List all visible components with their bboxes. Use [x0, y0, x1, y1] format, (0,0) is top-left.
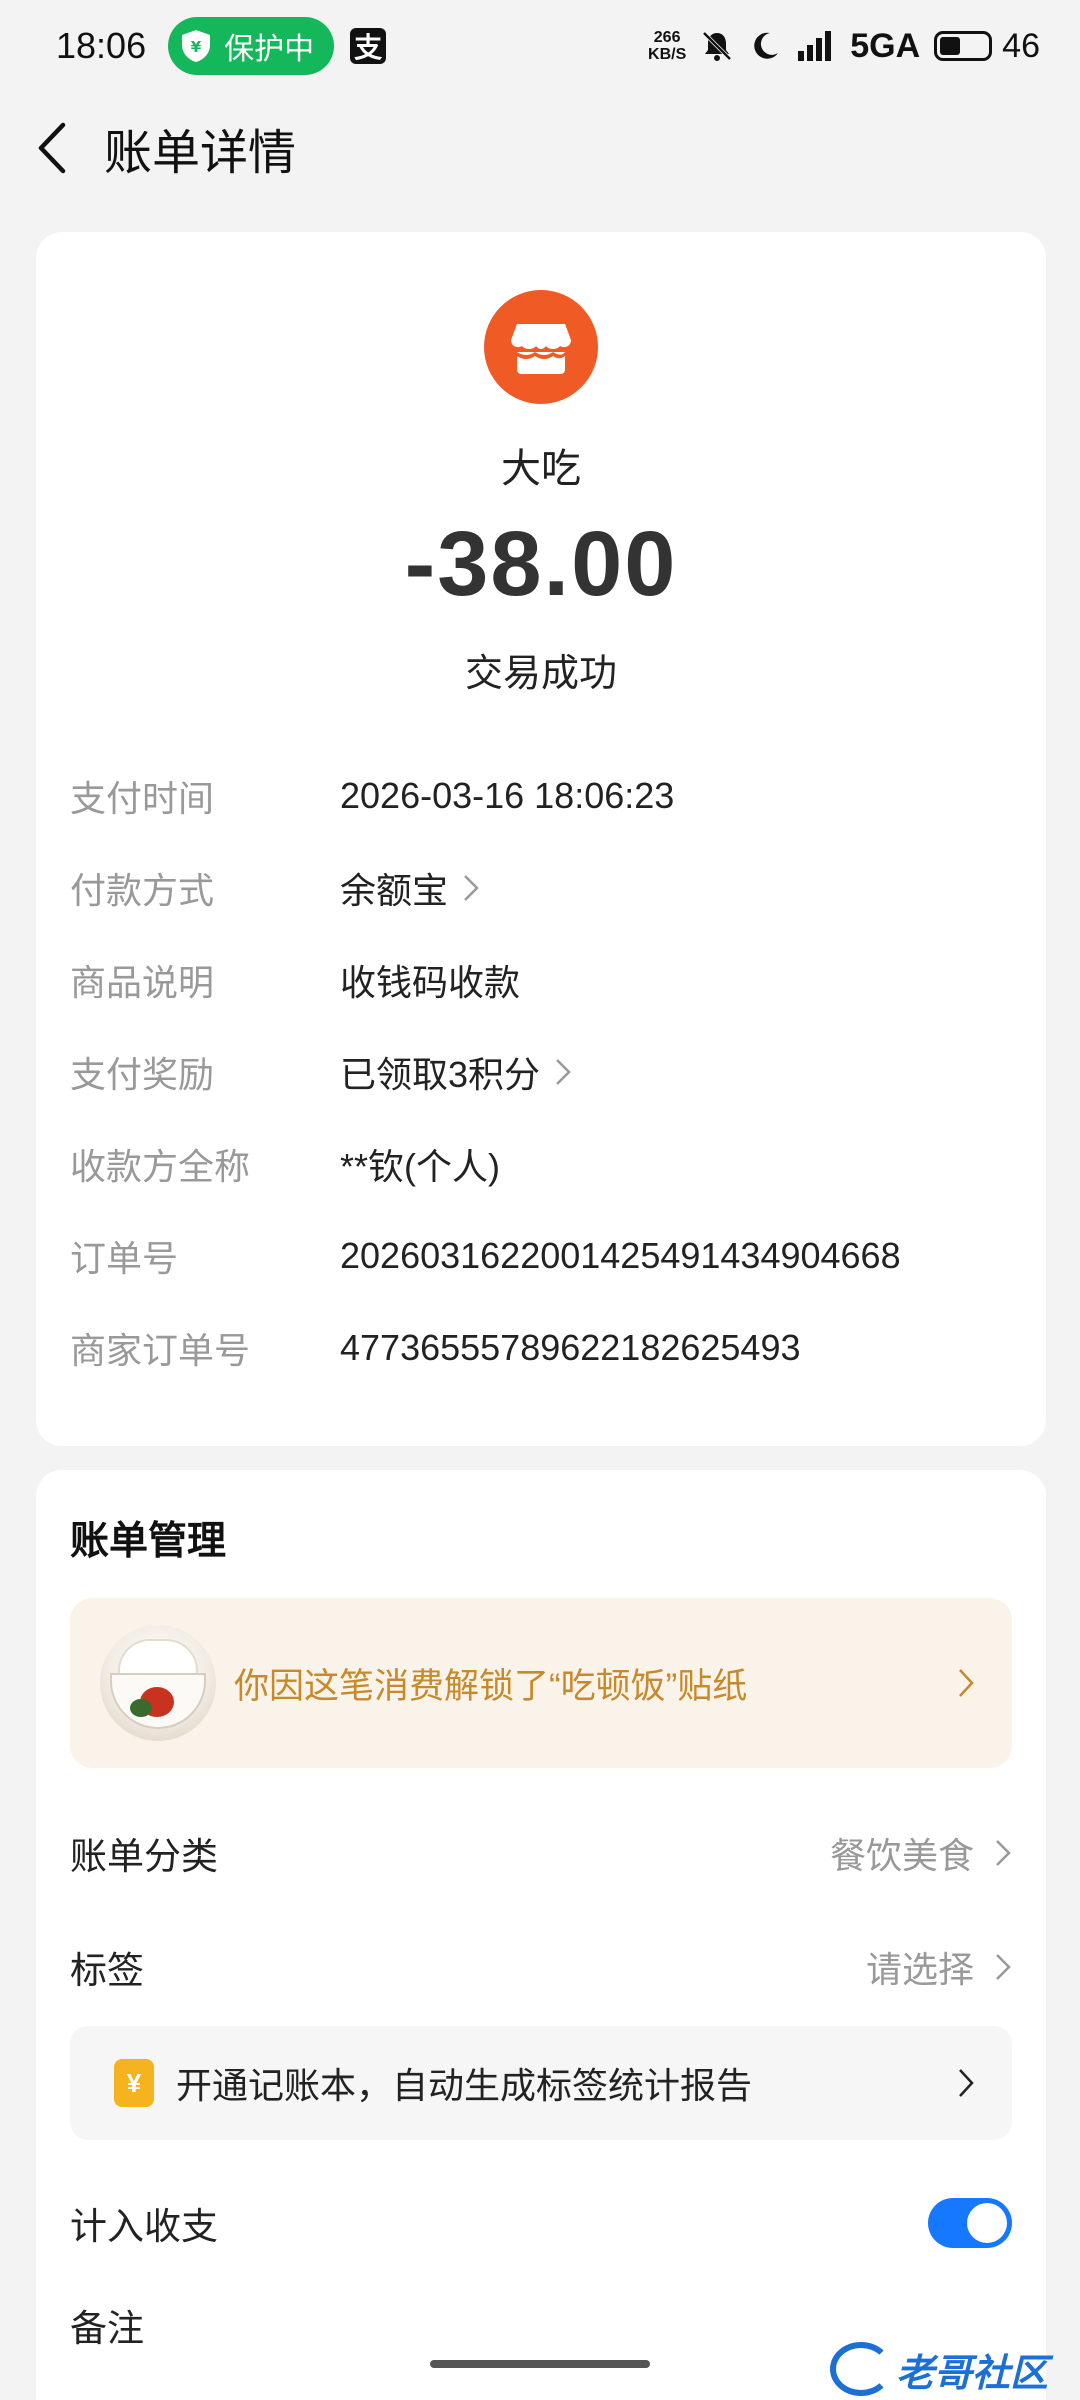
ledger-promo-text: 开通记账本，自动生成标签统计报告: [176, 2065, 753, 2106]
detail-row-order-no: 订单号 2026031622001425491434904668: [70, 1226, 1010, 1286]
net-speed: 266 KB/S: [648, 29, 686, 63]
count-in-balance-toggle[interactable]: [928, 2198, 1012, 2248]
detail-row-payment-method[interactable]: 付款方式 余额宝: [70, 858, 1010, 918]
title-bar: 账单详情: [0, 92, 1080, 204]
ledger-promo-banner[interactable]: ¥ 开通记账本，自动生成标签统计报告: [70, 2026, 1012, 2140]
detail-value: 收钱码收款: [340, 962, 521, 1003]
rice-bowl-sticker-icon: [100, 1625, 216, 1741]
category-label: 账单分类: [70, 1836, 218, 1877]
chevron-right-icon: [464, 875, 479, 901]
merchant-logo: [484, 290, 598, 404]
detail-row-product-desc: 商品说明 收钱码收款: [70, 950, 1010, 1010]
battery-percent: 46: [1002, 26, 1040, 65]
detail-row-payee: 收款方全称 **钦(个人): [70, 1134, 1010, 1194]
shield-icon: ¥: [182, 30, 211, 62]
detail-value: **钦(个人): [340, 1146, 500, 1187]
chevron-right-icon: [959, 2069, 974, 2097]
section-title: 账单管理: [70, 1520, 227, 1563]
shop-icon: [511, 324, 571, 374]
protection-badge[interactable]: ¥ 保护中: [168, 17, 335, 75]
net-speed-unit: KB/S: [648, 46, 687, 63]
detail-label: 支付奖励: [70, 1054, 215, 1095]
detail-row-reward[interactable]: 支付奖励 已领取3积分: [70, 1042, 1010, 1102]
detail-label: 付款方式: [70, 870, 215, 911]
remark-label[interactable]: 备注: [70, 2298, 144, 2352]
tag-value[interactable]: 请选择: [866, 1941, 1012, 1993]
sticker-text: 你因这笔消费解锁了“吃顿饭”贴纸: [234, 1666, 748, 1706]
transaction-status: 交易成功: [464, 653, 617, 695]
chevron-right-icon: [959, 1669, 974, 1697]
count-in-balance-row: 计入收支: [70, 2188, 1012, 2258]
bill-management-card: 账单管理 你因这笔消费解锁了“吃顿饭”贴纸 账单分类 餐饮美食 标签 请选择 ¥…: [36, 1470, 1046, 2400]
detail-value: 2026031622001425491434904668: [340, 1235, 901, 1276]
detail-value: 2026-03-16 18:06:23: [340, 775, 675, 816]
status-bar: 18:06 ¥ 保护中 支 266 KB/S 5GA 46: [0, 0, 1080, 92]
home-indicator[interactable]: [430, 2360, 650, 2368]
detail-label: 订单号: [70, 1238, 179, 1279]
category-value[interactable]: 餐饮美食: [830, 1827, 1012, 1879]
back-button[interactable]: [2, 92, 102, 204]
category-row[interactable]: 账单分类 餐饮美食: [70, 1818, 1012, 1888]
moon-icon: [754, 32, 779, 59]
sticker-banner[interactable]: 你因这笔消费解锁了“吃顿饭”贴纸: [70, 1598, 1012, 1768]
detail-value[interactable]: 余额宝: [340, 862, 480, 914]
detail-label: 商家订单号: [70, 1330, 251, 1371]
status-indicators: 266 KB/S 5GA 46: [648, 27, 1040, 66]
alipay-icon: 支: [350, 28, 387, 64]
bill-summary-card: 大吃 -38.00 交易成功 支付时间 2026-03-16 18:06:23 …: [36, 232, 1046, 1446]
svg-text:¥: ¥: [191, 38, 202, 56]
merchant-name: 大吃: [501, 447, 581, 491]
signal-icon: [798, 31, 832, 61]
detail-row-merchant-order-no: 商家订单号 4773655578962218262549​3: [70, 1318, 1010, 1378]
battery-indicator: 46: [934, 27, 1040, 66]
detail-value[interactable]: 已领取3积分: [340, 1046, 572, 1098]
status-time: 18:06: [56, 25, 147, 66]
chevron-right-icon: [556, 1059, 571, 1085]
watermark-logo-icon: [830, 2342, 892, 2396]
detail-label: 支付时间: [70, 778, 215, 819]
detail-label: 商品说明: [70, 962, 215, 1003]
detail-label: 收款方全称: [70, 1146, 251, 1187]
tag-row[interactable]: 标签 请选择: [70, 1932, 1012, 2002]
amount: -38.00: [404, 513, 678, 615]
ledger-coupon-icon: ¥: [114, 2059, 154, 2107]
back-arrow-icon: [38, 122, 66, 174]
detail-row-pay-time: 支付时间 2026-03-16 18:06:23: [70, 766, 1010, 826]
mute-bell-icon: [702, 31, 732, 61]
page-title: 账单详情: [104, 127, 297, 180]
net-speed-value: 266: [653, 29, 681, 46]
chevron-right-icon: [996, 1840, 1011, 1866]
tag-label: 标签: [70, 1950, 144, 1991]
count-in-balance-label: 计入收支: [70, 2206, 218, 2247]
chevron-right-icon: [996, 1954, 1011, 1980]
watermark-text: 老哥社区: [896, 2352, 1049, 2395]
detail-value: 4773655578962218262549​3: [340, 1327, 801, 1368]
network-type: 5GA: [850, 26, 921, 65]
protection-label: 保护中: [224, 33, 315, 66]
watermark: 老哥社区: [830, 2338, 1070, 2400]
battery-icon: [934, 31, 993, 61]
